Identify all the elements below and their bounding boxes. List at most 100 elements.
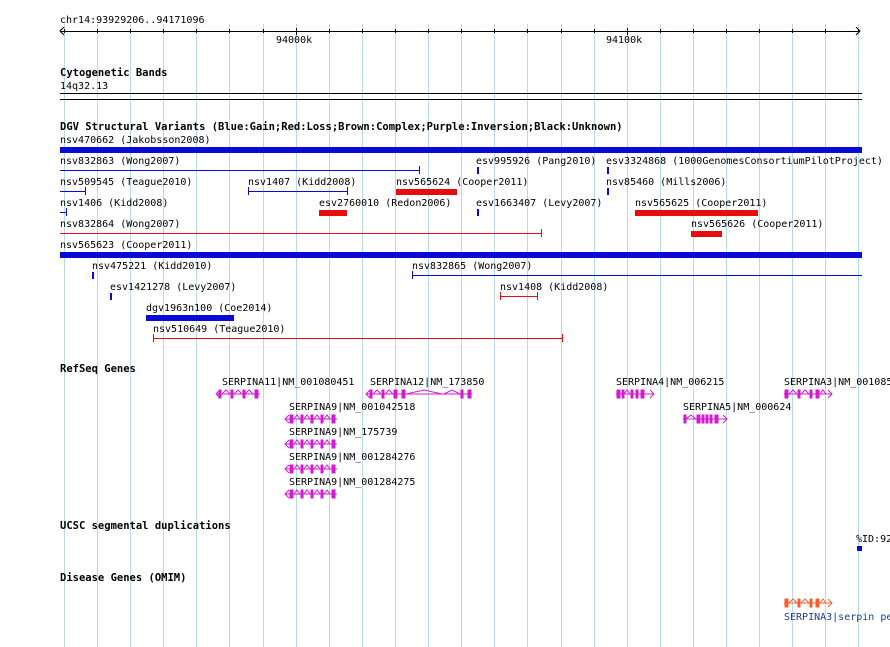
ruler-minor-tick (130, 29, 131, 33)
gene-label-serpina9-nm001284275[interactable]: SERPINA9|NM_001284275 (289, 477, 415, 488)
grid-line (759, 24, 760, 647)
dgv-label-esv2760010[interactable]: esv2760010 (Redon2006) (319, 198, 451, 209)
grid-line (395, 24, 396, 647)
dgv-label-nsv475221[interactable]: nsv475221 (Kidd2010) (92, 261, 212, 272)
gene-glyph-serpina9-nm001042518[interactable] (283, 413, 339, 425)
dgv-label-nsv509545[interactable]: nsv509545 (Teague2010) (60, 177, 192, 188)
dgv-label-nsv565624[interactable]: nsv565624 (Cooper2011) (396, 177, 528, 188)
dgv-label-nsv832865[interactable]: nsv832865 (Wong2007) (412, 261, 532, 272)
gene-glyph-serpina3[interactable] (782, 388, 834, 400)
grid-line (229, 24, 230, 647)
dgv-line-nsv509545[interactable] (60, 191, 86, 192)
dgv-label-nsv832864[interactable]: nsv832864 (Wong2007) (60, 219, 180, 230)
dgv-bar-dgv1963n100[interactable] (146, 315, 234, 321)
dgv-label-esv1421278[interactable]: esv1421278 (Levy2007) (110, 282, 236, 293)
track-title-segdups[interactable]: UCSC segmental duplications (60, 521, 231, 532)
dgv-bar-nsv565623[interactable] (60, 252, 862, 258)
dgv-mark-esv1663407[interactable] (477, 209, 479, 216)
dgv-label-nsv1407[interactable]: nsv1407 (Kidd2008) (248, 177, 356, 188)
dgv-mark-esv1421278[interactable] (110, 293, 112, 300)
gene-glyph-serpina5[interactable] (681, 413, 729, 425)
grid-line (362, 24, 363, 647)
ruler-minor-tick (792, 29, 793, 33)
dgv-label-esv3324868[interactable]: esv3324868 (1000GenomesConsortiumPilotPr… (606, 156, 883, 167)
dgv-label-esv1663407[interactable]: esv1663407 (Levy2007) (476, 198, 602, 209)
grid-line (461, 24, 462, 647)
dgv-line-nsv510649[interactable] (153, 338, 563, 339)
dgv-label-nsv832863[interactable]: nsv832863 (Wong2007) (60, 156, 180, 167)
dgv-mark-nsv85460[interactable] (607, 188, 609, 195)
track-title-dgv[interactable]: DGV Structural Variants (Blue:Gain;Red:L… (60, 122, 623, 133)
omim-glyph-serpina3[interactable] (782, 597, 834, 609)
gene-label-serpina11[interactable]: SERPINA11|NM_001080451 (222, 377, 354, 388)
grid-line (726, 24, 727, 647)
gene-glyph-serpina4[interactable] (614, 388, 656, 400)
gene-label-serpina9-nm001284276[interactable]: SERPINA9|NM_001284276 (289, 452, 415, 463)
dgv-label-nsv565623[interactable]: nsv565623 (Cooper2011) (60, 240, 192, 251)
dgv-label-nsv85460[interactable]: nsv85460 (Mills2006) (606, 177, 726, 188)
dgv-end-nsv832864 (541, 229, 542, 237)
dgv-line-nsv832865[interactable] (412, 275, 862, 276)
dgv-label-dgv1963n100[interactable]: dgv1963n100 (Coe2014) (146, 303, 272, 314)
dgv-line-nsv832864[interactable] (60, 233, 542, 234)
ruler-minor-tick (594, 29, 595, 33)
dgv-end-nsv1408 (537, 292, 538, 300)
ruler-minor-tick (362, 29, 363, 33)
dgv-end-nsv1407 (347, 187, 348, 195)
dgv-mark-esv3324868[interactable] (607, 167, 609, 174)
dgv-bar-nsv565624[interactable] (396, 189, 457, 195)
dgv-bar-nsv470662[interactable] (60, 147, 862, 153)
dgv-bar-nsv565625[interactable] (635, 210, 758, 216)
gene-label-serpina9-nm175739[interactable]: SERPINA9|NM_175739 (289, 427, 397, 438)
omim-label-serpina3[interactable]: SERPINA3|serpin pe (784, 612, 890, 623)
gene-label-serpina9-nm001042518[interactable]: SERPINA9|NM_001042518 (289, 402, 415, 413)
ruler-minor-tick (759, 29, 760, 33)
grid-line (527, 24, 528, 647)
dgv-label-nsv565625[interactable]: nsv565625 (Cooper2011) (635, 198, 767, 209)
dgv-line-nsv1408[interactable] (500, 296, 538, 297)
dgv-label-nsv1408[interactable]: nsv1408 (Kidd2008) (500, 282, 608, 293)
grid-line (130, 24, 131, 647)
gene-glyph-serpina9-nm001284275[interactable] (283, 488, 339, 500)
segdup-bar[interactable] (857, 546, 862, 551)
dgv-label-nsv470662[interactable]: nsv470662 (Jakobsson2008) (60, 135, 211, 146)
grid-line (660, 24, 661, 647)
ruler-minor-tick (660, 29, 661, 33)
dgv-start-nsv1408 (500, 292, 501, 300)
ruler-minor-tick (64, 29, 65, 33)
dgv-mark-nsv475221[interactable] (92, 272, 94, 279)
dgv-mark-esv995926[interactable] (477, 167, 479, 174)
dgv-bar-nsv565626[interactable] (691, 231, 722, 237)
dgv-start-nsv1407 (248, 187, 249, 195)
ruler-minor-tick (561, 29, 562, 33)
track-title-omim[interactable]: Disease Genes (OMIM) (60, 573, 186, 584)
dgv-bar-esv2760010[interactable] (319, 210, 347, 216)
dgv-line-nsv1407[interactable] (248, 191, 348, 192)
gene-label-serpina5[interactable]: SERPINA5|NM_000624 (683, 402, 791, 413)
dgv-label-esv995926[interactable]: esv995926 (Pang2010) (476, 156, 596, 167)
grid-line (196, 24, 197, 647)
dgv-line-nsv832863[interactable] (60, 170, 420, 171)
dgv-start-nsv510649 (153, 334, 154, 342)
track-title-refseq[interactable]: RefSeq Genes (60, 364, 136, 375)
grid-line (163, 24, 164, 647)
track-title-cytobands[interactable]: Cytogenetic Bands (60, 68, 167, 79)
gene-glyph-serpina12[interactable] (364, 388, 476, 400)
gene-label-serpina3[interactable]: SERPINA3|NM_001085 (784, 377, 890, 388)
ruler-minor-tick (229, 29, 230, 33)
segdup-label[interactable]: %ID:92 (856, 534, 890, 545)
gene-glyph-serpina9-nm175739[interactable] (283, 438, 339, 450)
dgv-label-nsv1406[interactable]: nsv1406 (Kidd2008) (60, 198, 168, 209)
gene-label-serpina4[interactable]: SERPINA4|NM_006215 (616, 377, 724, 388)
gene-glyph-serpina11[interactable] (214, 388, 262, 400)
ruler-tick-label-94000k: 94000k (276, 35, 313, 46)
gene-label-serpina12[interactable]: SERPINA12|NM_173850 (370, 377, 484, 388)
ruler-minor-tick (263, 29, 264, 33)
grid-line (858, 24, 859, 647)
dgv-label-nsv510649[interactable]: nsv510649 (Teague2010) (153, 324, 285, 335)
grid-line (296, 24, 297, 647)
cytoband-line-top (60, 93, 862, 94)
ruler-minor-tick (693, 29, 694, 33)
gene-glyph-serpina9-nm001284276[interactable] (283, 463, 339, 475)
dgv-label-nsv565626[interactable]: nsv565626 (Cooper2011) (691, 219, 823, 230)
